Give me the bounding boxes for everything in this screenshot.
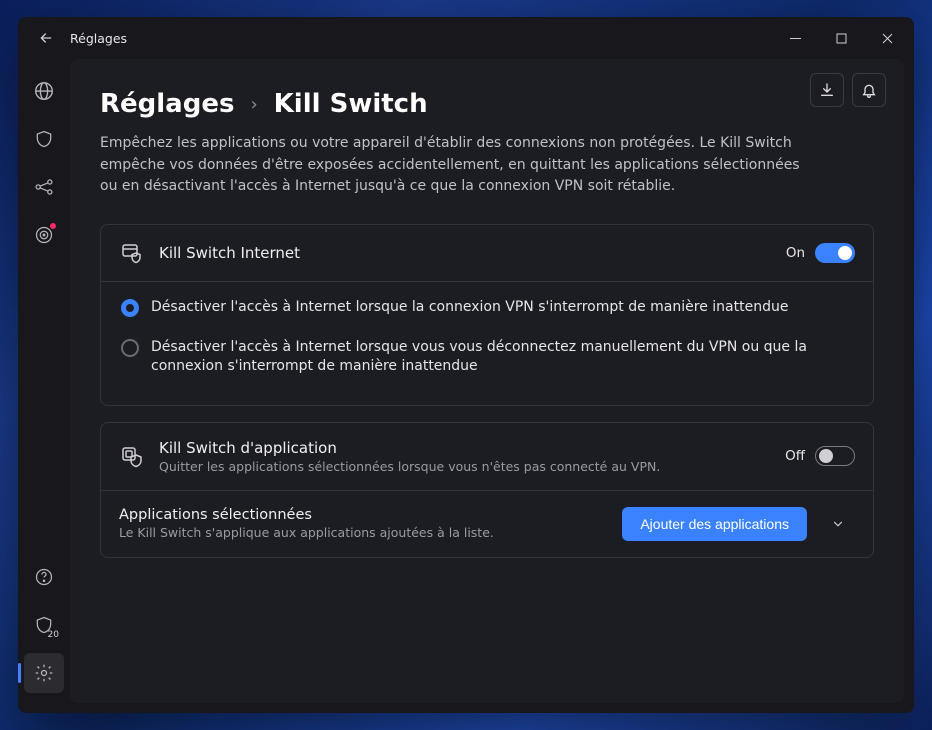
app-ks-toggle[interactable] bbox=[815, 446, 855, 466]
window-body: 20 Réglages › Kill Switch Empêchez les a bbox=[18, 59, 914, 713]
breadcrumb-parent[interactable]: Réglages bbox=[100, 89, 234, 119]
internet-ks-title: Kill Switch Internet bbox=[159, 244, 772, 262]
app-ks-header-row: Kill Switch d'application Quitter les ap… bbox=[101, 423, 873, 490]
internet-ks-icon-wrap bbox=[119, 241, 145, 265]
top-actions bbox=[810, 73, 886, 107]
radio-icon bbox=[121, 299, 139, 317]
shield-icon bbox=[34, 129, 54, 149]
internet-ks-option-2[interactable]: Désactiver l'accès à Internet lorsque vo… bbox=[119, 328, 855, 387]
web-shield-icon bbox=[120, 241, 144, 265]
sidebar-item-settings[interactable] bbox=[24, 653, 64, 693]
internet-ks-header-row: Kill Switch Internet On bbox=[101, 225, 873, 281]
sidebar: 20 bbox=[18, 59, 70, 713]
app-shield-icon bbox=[120, 444, 144, 468]
internet-kill-switch-card: Kill Switch Internet On Désactiver l'acc… bbox=[100, 224, 874, 406]
internet-ks-option-2-label: Désactiver l'accès à Internet lorsque vo… bbox=[151, 338, 853, 377]
titlebar-title: Réglages bbox=[70, 31, 127, 46]
notifications-button[interactable] bbox=[852, 73, 886, 107]
sidebar-item-mesh[interactable] bbox=[24, 167, 64, 207]
internet-ks-option-1[interactable]: Désactiver l'accès à Internet lorsque la… bbox=[119, 288, 855, 328]
app-window: Réglages bbox=[18, 17, 914, 713]
sidebar-item-radar[interactable] bbox=[24, 215, 64, 255]
app-ks-state-label: Off bbox=[785, 448, 805, 464]
help-icon bbox=[34, 567, 54, 587]
add-applications-button[interactable]: Ajouter des applications bbox=[622, 507, 807, 541]
internet-ks-options: Désactiver l'accès à Internet lorsque la… bbox=[101, 281, 873, 405]
bell-icon bbox=[861, 82, 877, 98]
expand-apps-button[interactable] bbox=[821, 507, 855, 541]
page-description: Empêchez les applications ou votre appar… bbox=[100, 133, 820, 198]
app-ks-sub: Quitter les applications sélectionnées l… bbox=[159, 459, 771, 474]
arrow-left-icon bbox=[38, 30, 54, 46]
app-ks-title: Kill Switch d'application bbox=[159, 439, 771, 457]
minimize-button[interactable] bbox=[772, 17, 818, 59]
breadcrumb-current: Kill Switch bbox=[274, 89, 428, 119]
minimize-icon bbox=[790, 33, 801, 44]
selected-apps-sub: Le Kill Switch s'applique aux applicatio… bbox=[119, 525, 608, 540]
radio-icon bbox=[121, 339, 139, 357]
sidebar-item-downloads[interactable]: 20 bbox=[24, 605, 64, 645]
breadcrumb: Réglages › Kill Switch bbox=[100, 89, 874, 119]
main-panel: Réglages › Kill Switch Empêchez les appl… bbox=[70, 59, 904, 703]
download-button[interactable] bbox=[810, 73, 844, 107]
sidebar-item-globe[interactable] bbox=[24, 71, 64, 111]
chevron-down-icon bbox=[831, 517, 845, 531]
sidebar-item-shield[interactable] bbox=[24, 119, 64, 159]
close-button[interactable] bbox=[864, 17, 910, 59]
maximize-icon bbox=[836, 33, 847, 44]
internet-ks-state-label: On bbox=[786, 245, 805, 261]
nodes-icon bbox=[34, 177, 54, 197]
breadcrumb-separator: › bbox=[250, 94, 257, 115]
gear-icon bbox=[34, 663, 54, 683]
titlebar: Réglages bbox=[18, 17, 914, 59]
notification-dot bbox=[49, 222, 57, 230]
back-button[interactable] bbox=[32, 24, 60, 52]
download-icon bbox=[819, 82, 835, 98]
app-ks-icon-wrap bbox=[119, 444, 145, 468]
internet-ks-toggle[interactable] bbox=[815, 243, 855, 263]
close-icon bbox=[882, 33, 893, 44]
maximize-button[interactable] bbox=[818, 17, 864, 59]
selected-apps-row: Applications sélectionnées Le Kill Switc… bbox=[101, 490, 873, 557]
downloads-count: 20 bbox=[48, 630, 59, 640]
globe-icon bbox=[33, 80, 55, 102]
sidebar-item-help[interactable] bbox=[24, 557, 64, 597]
internet-ks-option-1-label: Désactiver l'accès à Internet lorsque la… bbox=[151, 298, 788, 318]
app-kill-switch-card: Kill Switch d'application Quitter les ap… bbox=[100, 422, 874, 558]
selected-apps-title: Applications sélectionnées bbox=[119, 507, 608, 523]
